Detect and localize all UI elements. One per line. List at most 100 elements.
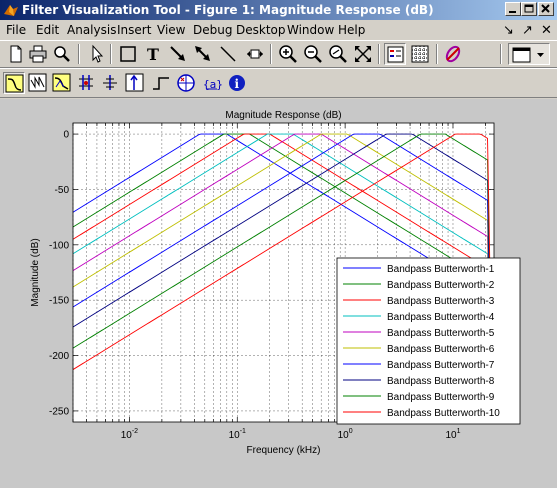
- window-title: Filter Visualization Tool - Figure 1: Ma…: [22, 3, 434, 17]
- pole-zero-button[interactable]: [175, 72, 197, 94]
- print-icon: [29, 45, 47, 63]
- y-tick-label: -250: [49, 406, 69, 417]
- print-button[interactable]: [27, 43, 49, 65]
- link-to-fdatool-button[interactable]: [442, 43, 464, 65]
- svg-text:T: T: [147, 45, 159, 64]
- group-delay-button[interactable]: [75, 72, 97, 94]
- close-button[interactable]: [538, 2, 554, 16]
- pan-tool-icon: [247, 49, 263, 59]
- zoom-in-button[interactable]: [277, 43, 299, 65]
- magnitude-phase-icon: [52, 73, 71, 92]
- x-tick-label: 101: [445, 428, 460, 441]
- minimize-button[interactable]: [505, 2, 521, 16]
- magnitude-response-plot[interactable]: Magnitude Response (dB) 0 -50 -100 -150 -200 -…: [0, 99, 557, 488]
- impulse-response-button[interactable]: [124, 72, 146, 94]
- select-arrow-icon: [92, 44, 104, 63]
- filter-coefficients-button[interactable]: {a}: [201, 72, 223, 94]
- insert-rectangle-button[interactable]: [117, 43, 139, 65]
- menu-file[interactable]: File: [6, 23, 26, 37]
- menu-insert[interactable]: Insert: [117, 23, 151, 37]
- x-tick-label: 10-2: [121, 428, 138, 441]
- legend-entry: Bandpass Butterworth-2: [387, 280, 495, 291]
- dock-icon[interactable]: ↘: [503, 23, 514, 38]
- step-response-button[interactable]: [150, 72, 172, 94]
- link-to-fdatool-icon: [445, 45, 461, 63]
- figure-toolbar: T: [0, 40, 557, 68]
- chart-title: Magnitude Response (dB): [225, 110, 341, 121]
- filter-coefficients-icon: {a}: [203, 78, 223, 91]
- insert-text-button[interactable]: T: [142, 43, 164, 65]
- matlab-app-icon: [4, 5, 18, 16]
- menu-analysis[interactable]: Analysis: [67, 23, 116, 37]
- pan-button[interactable]: [244, 43, 266, 65]
- y-axis-label: Magnitude (dB): [30, 238, 41, 306]
- figure-window: Filter Visualization Tool - Figure 1: Ma…: [0, 0, 557, 488]
- zoom-out-button[interactable]: [302, 43, 324, 65]
- select-button[interactable]: [85, 43, 107, 65]
- new-window-icon: [512, 47, 544, 63]
- close-figure-icon[interactable]: ✕: [541, 23, 552, 38]
- y-tick-label: 0: [63, 130, 69, 141]
- new-window-button[interactable]: [508, 43, 550, 65]
- phase-response-icon: [28, 73, 47, 92]
- zoom-x-icon: [329, 45, 347, 63]
- filter-info-icon: i: [229, 75, 245, 91]
- toolbar-separator: [378, 44, 380, 64]
- magnitude-response-icon: [5, 74, 24, 93]
- zoom-tool-button[interactable]: [51, 43, 73, 65]
- grid-toggle-button[interactable]: [409, 43, 431, 65]
- menu-view[interactable]: View: [157, 23, 185, 37]
- step-response-icon: [153, 77, 169, 90]
- insert-double-arrow-icon: [195, 46, 210, 61]
- legend-entry: Bandpass Butterworth-9: [387, 392, 495, 403]
- insert-line-button[interactable]: [217, 43, 239, 65]
- menu-edit[interactable]: Edit: [36, 23, 59, 37]
- full-view-button[interactable]: [352, 43, 374, 65]
- insert-text-icon: T: [147, 45, 159, 64]
- title-bar[interactable]: Filter Visualization Tool - Figure 1: Ma…: [0, 0, 557, 20]
- zoom-x-button[interactable]: [327, 43, 349, 65]
- legend-toggle-button[interactable]: [384, 43, 406, 65]
- insert-arrow-button[interactable]: [167, 43, 189, 65]
- undock-icon[interactable]: ↗: [522, 23, 533, 38]
- menu-debug[interactable]: Debug: [193, 23, 232, 37]
- legend-toggle-icon: [387, 46, 404, 63]
- legend-entry: Bandpass Butterworth-4: [387, 312, 495, 323]
- y-tick-label: -100: [49, 240, 69, 251]
- minimize-icon: [509, 11, 516, 13]
- svg-text:i: i: [235, 77, 240, 91]
- zoom-in-icon: [279, 45, 297, 63]
- toolbar-separator: [270, 44, 272, 64]
- legend-entry: Bandpass Butterworth-1: [387, 264, 495, 275]
- insert-rectangle-icon: [120, 46, 136, 62]
- new-figure-icon: [10, 45, 22, 63]
- menu-help[interactable]: Help: [338, 23, 365, 37]
- menu-bar: File Edit Analysis Insert View Debug Des…: [0, 20, 557, 40]
- close-icon: [541, 4, 550, 13]
- toolbar-separator: [78, 44, 80, 64]
- toolbar-separator: [500, 44, 502, 64]
- menu-window[interactable]: Window: [287, 23, 334, 37]
- magnitude-phase-button[interactable]: [51, 72, 73, 94]
- filter-info-button[interactable]: i: [226, 72, 248, 94]
- figure-canvas: Magnitude Response (dB) 0 -50 -100 -150 -200 -…: [0, 99, 557, 488]
- legend-entry: Bandpass Butterworth-5: [387, 328, 495, 339]
- y-tick-label: -50: [55, 185, 70, 196]
- insert-arrow-icon: [170, 46, 185, 61]
- toolbar-separator: [110, 44, 112, 64]
- toolbar-separator: [436, 44, 438, 64]
- legend-entry: Bandpass Butterworth-7: [387, 360, 495, 371]
- menu-desktop[interactable]: Desktop: [236, 23, 286, 37]
- magnitude-response-button[interactable]: [3, 72, 25, 94]
- new-figure-button[interactable]: [5, 43, 27, 65]
- y-tick-label: -150: [49, 296, 69, 307]
- pole-zero-icon: [177, 74, 195, 92]
- insert-double-arrow-button[interactable]: [192, 43, 214, 65]
- phase-delay-button[interactable]: [99, 72, 121, 94]
- full-view-icon: [355, 46, 371, 62]
- x-tick-label: 100: [338, 428, 353, 441]
- x-tick-label: 10-1: [229, 428, 246, 441]
- legend-entry: Bandpass Butterworth-10: [387, 408, 500, 419]
- maximize-button[interactable]: [521, 2, 537, 16]
- phase-response-button[interactable]: [27, 72, 49, 94]
